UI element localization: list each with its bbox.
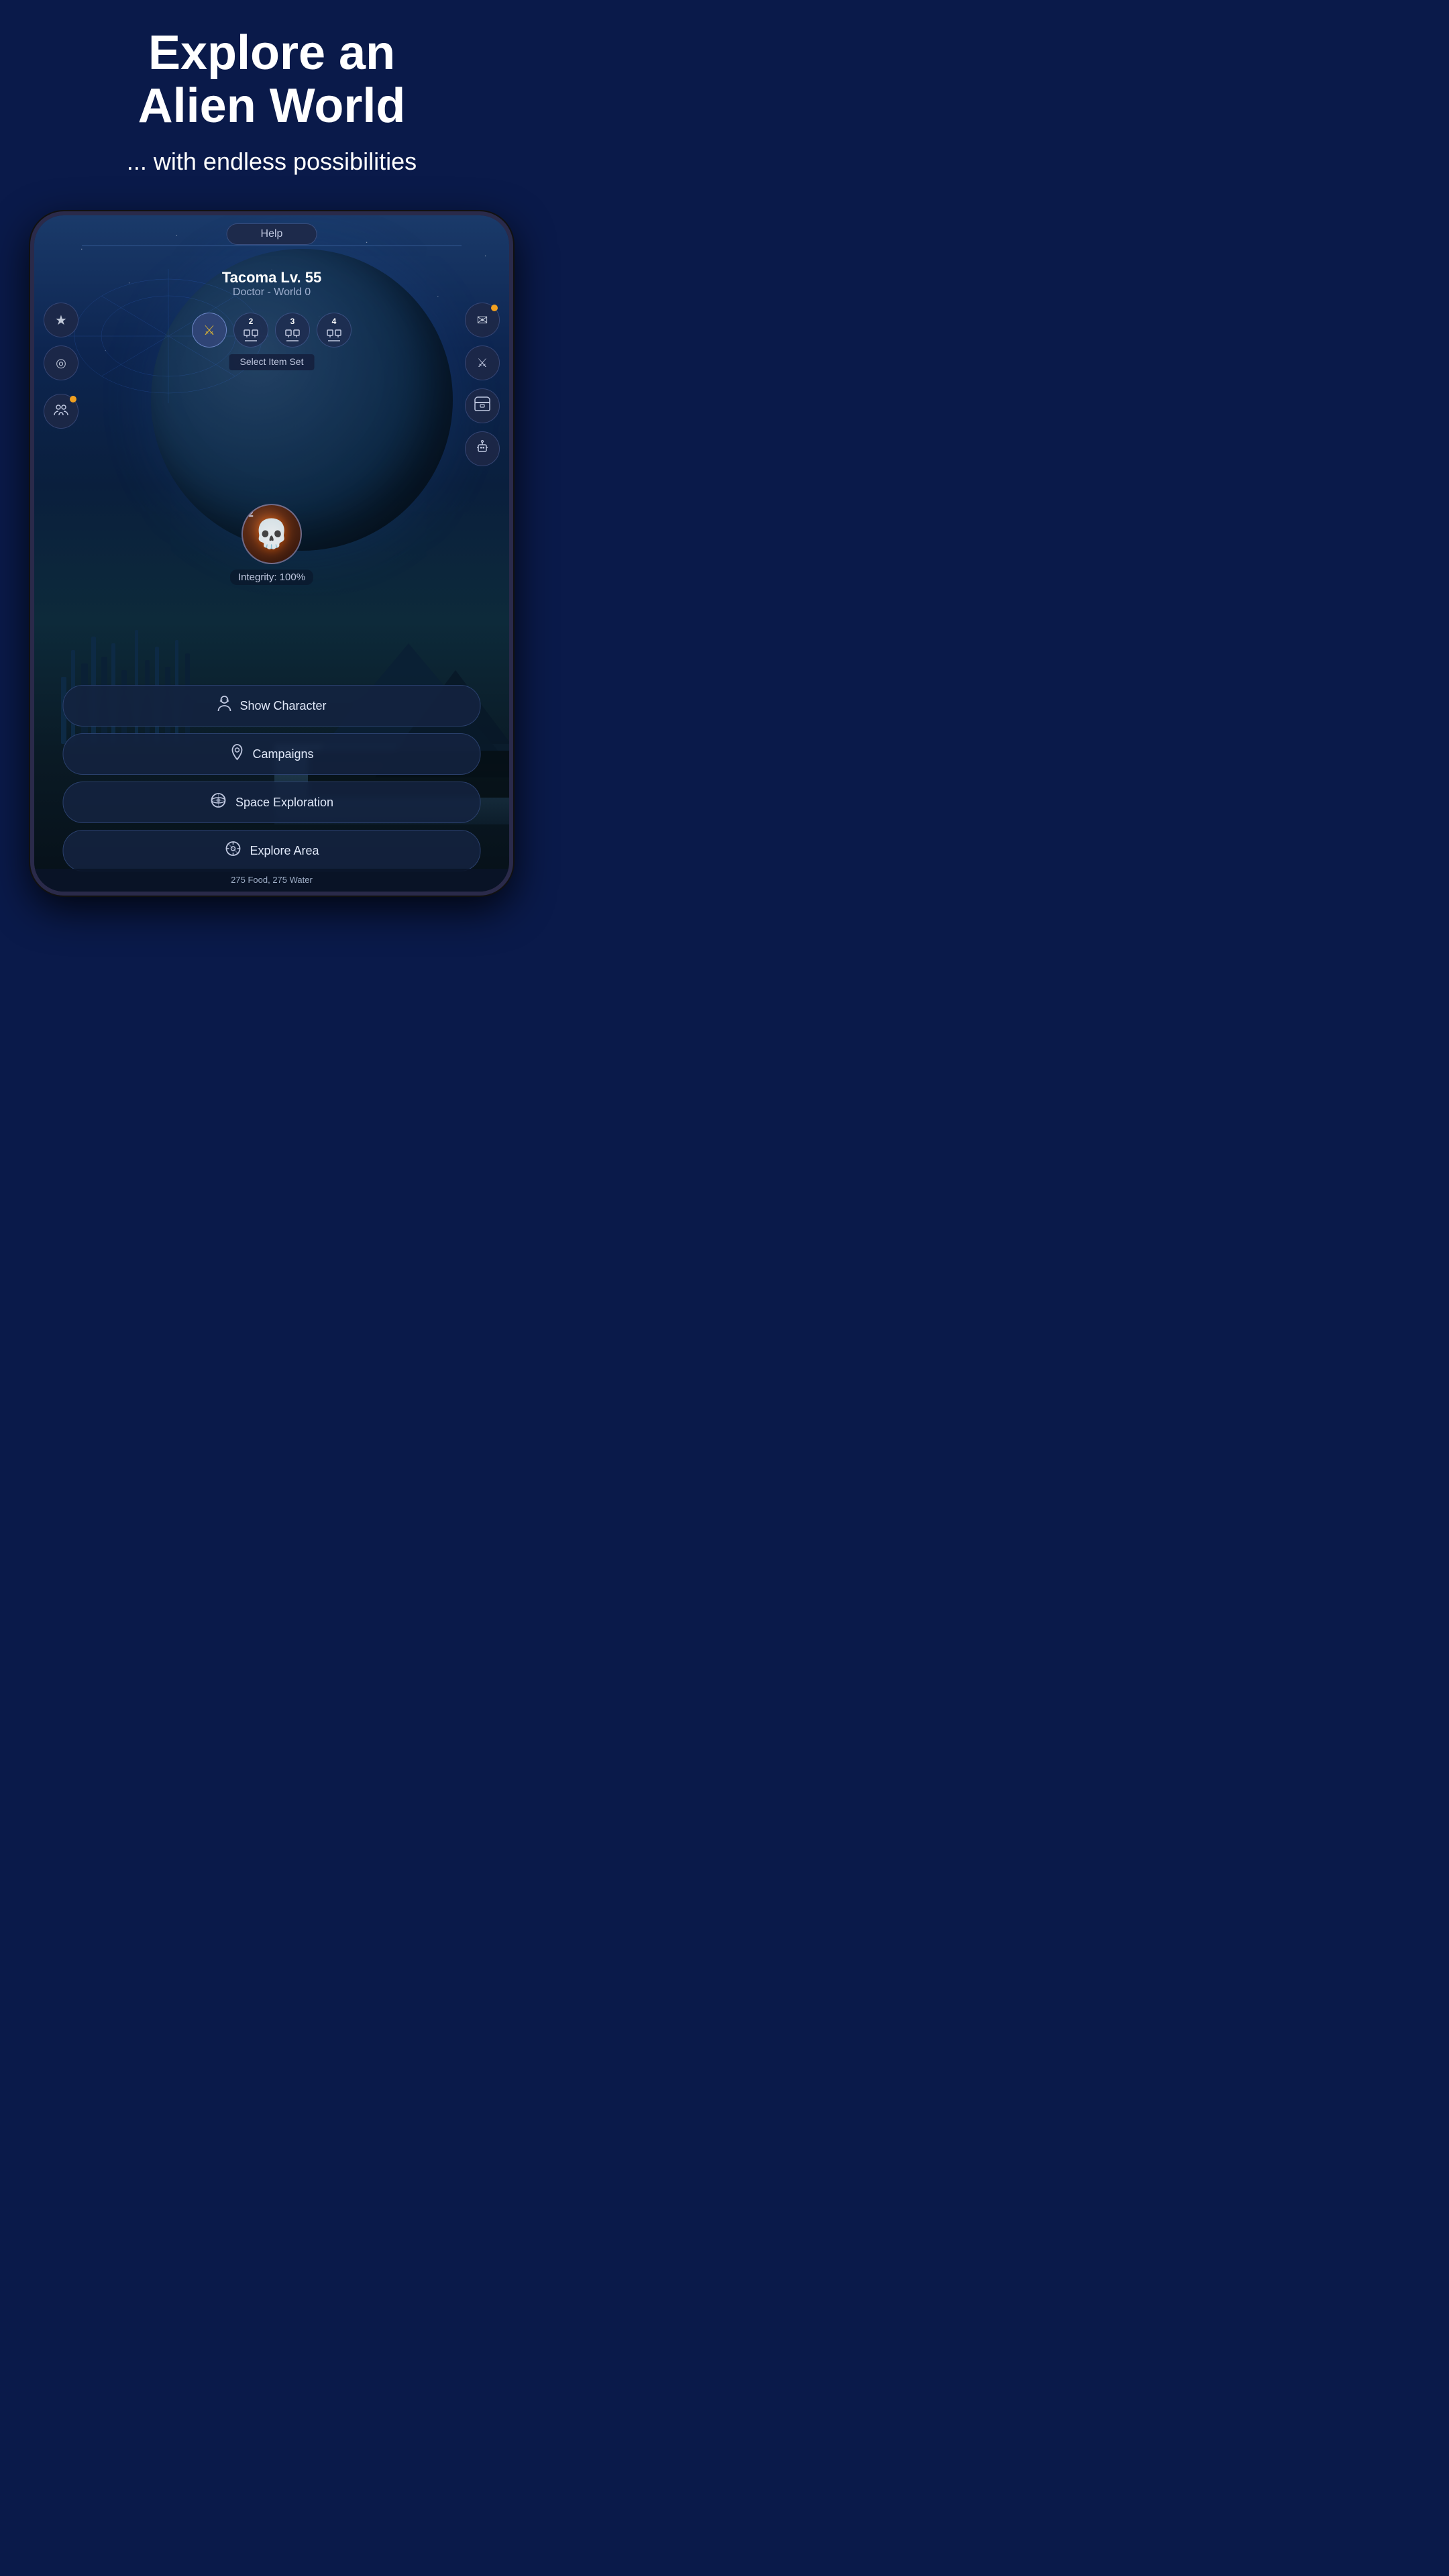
avatar-area: 2 💀 Integrity: 100% bbox=[230, 504, 313, 585]
show-character-label: Show Character bbox=[239, 699, 326, 713]
character-avatar[interactable]: 2 💀 bbox=[241, 504, 302, 564]
phone-container: Help Tacoma Lv. 55 Doctor - World 0 ★ ◎ bbox=[0, 198, 543, 896]
space-exploration-button[interactable]: Space Exploration bbox=[62, 782, 480, 823]
explore-area-button[interactable]: Explore Area bbox=[62, 830, 480, 871]
explore-area-label: Explore Area bbox=[250, 844, 319, 858]
item-set-buttons: ⚔ 2 3 bbox=[192, 313, 352, 347]
campaigns-icon bbox=[229, 743, 244, 765]
show-character-button[interactable]: Show Character bbox=[62, 685, 480, 727]
left-side-buttons: ★ ◎ bbox=[44, 303, 78, 429]
character-menu-icon bbox=[217, 695, 231, 716]
character-subtitle: Doctor - World 0 bbox=[222, 286, 321, 299]
select-item-set-label: Select Item Set bbox=[229, 354, 315, 370]
mail-button[interactable]: ✉ bbox=[465, 303, 500, 337]
header-section: Explore an Alien World ... with endless … bbox=[0, 0, 543, 198]
battle-button[interactable]: ⚔ bbox=[465, 345, 500, 380]
set2-icon: 2 bbox=[242, 317, 260, 343]
group-notification-dot bbox=[70, 396, 76, 402]
robot-icon bbox=[474, 439, 490, 459]
explore-area-icon bbox=[224, 840, 241, 861]
swords-icon: ⚔ bbox=[203, 322, 215, 339]
connector-lines bbox=[82, 246, 462, 266]
chest-icon bbox=[474, 396, 491, 415]
group-button[interactable] bbox=[44, 394, 78, 429]
game-screen: Help Tacoma Lv. 55 Doctor - World 0 ★ ◎ bbox=[34, 215, 509, 892]
help-button[interactable]: Help bbox=[227, 223, 317, 245]
chest-button[interactable] bbox=[465, 388, 500, 423]
battle-icon: ⚔ bbox=[477, 356, 488, 370]
robot-button[interactable] bbox=[465, 431, 500, 466]
avatar-number: 2 bbox=[248, 508, 254, 519]
right-side-buttons: ✉ ⚔ bbox=[465, 303, 500, 466]
character-info: Tacoma Lv. 55 Doctor - World 0 bbox=[222, 269, 321, 299]
main-title: Explore an Alien World bbox=[40, 27, 503, 133]
help-label: Help bbox=[261, 228, 283, 239]
character-name: Tacoma Lv. 55 bbox=[222, 269, 321, 286]
space-exploration-icon bbox=[210, 792, 227, 813]
combat-button[interactable]: ⚔ bbox=[192, 313, 227, 347]
set4-icon: 4 bbox=[325, 317, 343, 343]
discord-icon: ◎ bbox=[56, 356, 66, 370]
mail-icon: ✉ bbox=[477, 312, 488, 329]
set2-button[interactable]: 2 bbox=[233, 313, 268, 347]
subtitle: ... with endless possibilities bbox=[40, 146, 503, 178]
campaigns-label: Campaigns bbox=[252, 747, 313, 761]
resource-bar: 275 Food, 275 Water bbox=[34, 869, 509, 892]
stars-icon: ★ bbox=[55, 312, 67, 329]
stars-button[interactable]: ★ bbox=[44, 303, 78, 337]
phone-frame: Help Tacoma Lv. 55 Doctor - World 0 ★ ◎ bbox=[30, 211, 513, 896]
mail-notification-dot bbox=[491, 305, 498, 311]
set3-button[interactable]: 3 bbox=[275, 313, 310, 347]
resource-text: 275 Food, 275 Water bbox=[231, 875, 313, 885]
main-menu-buttons: Show Character Campaigns bbox=[62, 685, 480, 871]
space-exploration-label: Space Exploration bbox=[235, 796, 333, 810]
discord-button[interactable]: ◎ bbox=[44, 345, 78, 380]
set3-icon: 3 bbox=[284, 317, 301, 343]
group-icon bbox=[53, 402, 69, 421]
skull-icon: 💀 bbox=[254, 518, 289, 551]
campaigns-button[interactable]: Campaigns bbox=[62, 733, 480, 775]
integrity-display: Integrity: 100% bbox=[230, 570, 313, 585]
set4-button[interactable]: 4 bbox=[317, 313, 352, 347]
